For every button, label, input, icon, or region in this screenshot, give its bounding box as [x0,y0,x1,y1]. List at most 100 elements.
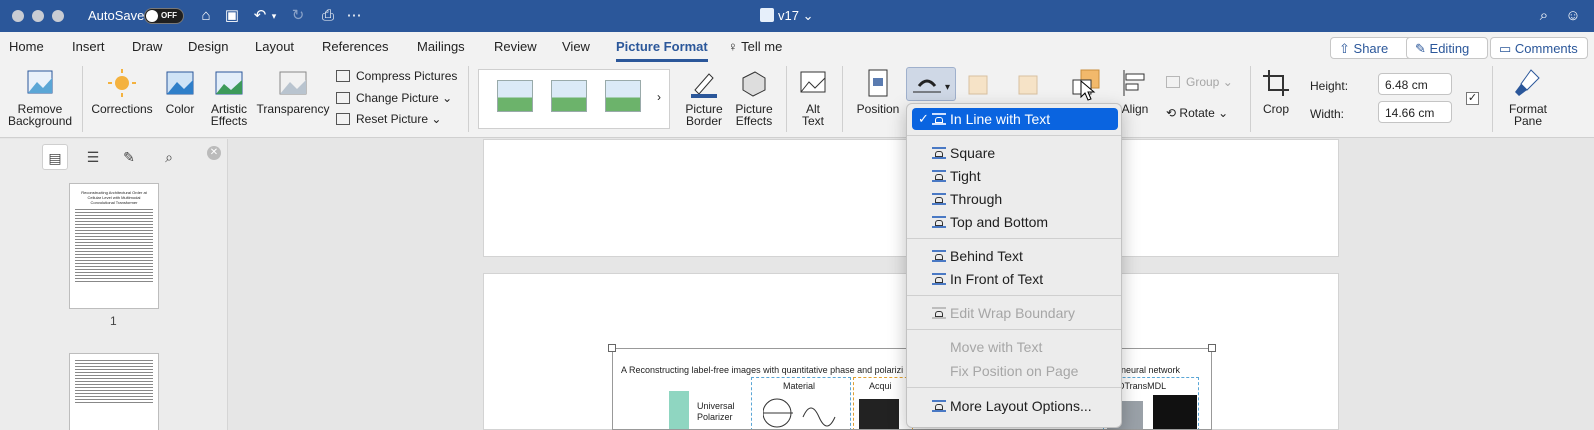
picture-style-2[interactable] [551,80,587,112]
search-icon[interactable]: ⌕ [1534,6,1554,26]
menu-item-label: In Front of Text [950,271,1044,287]
reset-picture-button[interactable]: Reset Picture ⌄ [336,112,441,126]
redo-icon[interactable]: ↻ [288,6,308,26]
artistic-effects-button[interactable]: Artistic Effects [204,68,254,127]
menu-item-label: Top and Bottom [950,214,1049,230]
menu-item-square[interactable]: Square [912,142,1118,164]
picture-border-button[interactable]: Picture Border [678,68,730,127]
gallery-next-icon[interactable]: › [657,90,661,104]
editing-button[interactable]: ✎ Editing [1406,37,1488,59]
picture-style-1[interactable] [497,80,533,112]
change-picture-icon [336,92,350,104]
height-field[interactable]: 6.48 cm [1378,73,1452,95]
divider [1250,66,1251,132]
tab-references[interactable]: References [322,39,388,54]
minimize-window-button[interactable] [32,10,44,22]
color-button[interactable]: Color [158,68,202,115]
tab-picture-format[interactable]: Picture Format [616,39,708,62]
thumbnails-tab-icon[interactable]: ▤ [42,144,68,170]
alt-text-button[interactable]: Alt Text [794,68,832,127]
divider [1492,66,1493,132]
menu-divider [907,238,1121,239]
menu-item-edit-wrap-boundary[interactable]: Edit Wrap Boundary [912,302,1118,324]
menu-item-label: Behind Text [950,248,1023,264]
width-label: Width: [1310,107,1345,121]
change-picture-label: Change Picture [356,91,439,105]
mouse-cursor-icon [1080,80,1096,101]
corrections-label: Corrections [91,102,153,116]
autosave-toggle[interactable]: OFF [144,8,184,24]
picture-style-3[interactable] [605,80,641,112]
tab-review[interactable]: Review [494,39,537,54]
tab-layout[interactable]: Layout [255,39,294,54]
compress-pictures-button[interactable]: Compress Pictures [336,69,457,83]
tell-me-label: Tell me [741,39,783,54]
search-icon[interactable]: ⌕ [156,144,182,170]
alt-text-icon [800,71,826,93]
crop-button[interactable]: Crop [1256,68,1296,115]
transparency-icon [279,71,307,95]
tab-design[interactable]: Design [188,39,228,54]
position-button[interactable]: Position [852,68,904,115]
undo-icon[interactable]: ↶ [250,6,270,26]
format-pane-button[interactable]: Format Pane [1500,68,1556,127]
save-icon[interactable]: ▣ [222,6,242,26]
transparency-label: Transparency [256,102,330,116]
headings-tab-icon[interactable]: ☰ [80,144,106,170]
account-icon[interactable]: ☺ [1563,6,1583,26]
transparency-button[interactable]: Transparency [256,68,330,115]
menu-item-more-layout-options[interactable]: More Layout Options... [912,395,1118,417]
width-field[interactable]: 14.66 cm [1378,101,1452,123]
resize-handle-top-left[interactable] [608,344,616,352]
chevron-down-icon: ⌄ [1218,106,1229,120]
remove-background-button[interactable]: Remove Background [8,68,72,127]
lock-aspect-checkbox[interactable]: ✓ [1466,92,1479,105]
comments-button[interactable]: ▭ Comments [1490,37,1588,59]
menu-item-tight[interactable]: Tight [912,165,1118,187]
revisions-tab-icon[interactable]: ✎ [116,144,142,170]
polarizer-graphic [669,391,689,429]
menu-item-through[interactable]: Through [912,188,1118,210]
corrections-button[interactable]: Corrections [90,68,154,115]
print-icon[interactable]: ⎙ [318,6,338,26]
resize-handle-top-right[interactable] [1208,344,1216,352]
undo-dropdown-icon[interactable]: ▾ [268,6,280,26]
wrap-inline-icon [932,113,946,125]
menu-item-fix-position[interactable]: Fix Position on Page [912,360,1118,382]
menu-item-in-front-of-text[interactable]: In Front of Text [912,268,1118,290]
picture-effects-button[interactable]: Picture Effects [728,68,780,127]
rotate-label: Rotate [1179,106,1215,120]
tab-draw[interactable]: Draw [132,39,162,54]
menu-item-top-and-bottom[interactable]: Top and Bottom [912,211,1118,233]
tell-me[interactable]: ♀ Tell me [728,39,782,54]
page-thumbnail-1[interactable]: Reconstructing Architectural Order at Ce… [69,183,159,309]
tab-mailings[interactable]: Mailings [417,39,465,54]
document-title[interactable]: v17 ⌄ [760,8,814,24]
share-button[interactable]: ⇧ Share [1330,37,1414,59]
change-picture-button[interactable]: Change Picture ⌄ [336,91,452,105]
zoom-window-button[interactable] [52,10,64,22]
home-icon[interactable]: ⌂ [196,6,216,26]
menu-item-label: Tight [950,168,981,184]
menu-item-in-line-with-text[interactable]: ✓ In Line with Text [912,108,1118,130]
comments-label: Comments [1514,41,1578,56]
bring-forward-button[interactable] [960,68,1000,103]
close-icon[interactable]: ✕ [207,146,221,160]
more-icon[interactable]: ⋯ [344,6,364,26]
share-icon: ⇧ [1339,41,1350,56]
svg-text:▾: ▾ [945,82,950,93]
thumbnail-title: Reconstructing Architectural Order at Ce… [81,190,147,205]
page-thumbnail-2[interactable] [69,353,159,430]
chevron-down-icon: ⌄ [802,8,814,23]
send-backward-button[interactable] [1010,68,1050,103]
menu-item-behind-text[interactable]: Behind Text [912,245,1118,267]
close-window-button[interactable] [12,10,24,22]
group-button[interactable]: Group ⌄ [1166,75,1233,89]
tab-insert[interactable]: Insert [72,39,105,54]
rotate-button[interactable]: ⟲ Rotate ⌄ [1166,106,1228,120]
wrap-text-button[interactable]: ▾ [906,67,956,101]
tab-home[interactable]: Home [9,39,44,54]
figure-caption-tail: neural network [1121,365,1181,375]
tab-view[interactable]: View [562,39,590,54]
menu-item-move-with-text[interactable]: Move with Text [912,336,1118,358]
